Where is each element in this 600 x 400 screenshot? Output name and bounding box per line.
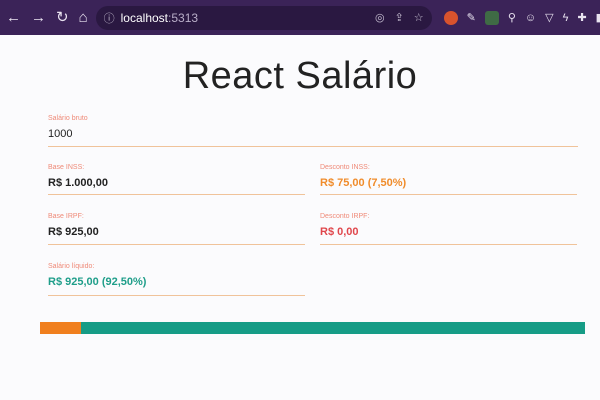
extension-dropper-icon[interactable]: ⚲ xyxy=(508,11,516,24)
address-bar-actions: ◎ ⇪ ☆ xyxy=(375,11,424,24)
extension-grid-icon[interactable] xyxy=(484,10,499,25)
forward-icon[interactable]: → xyxy=(31,10,46,25)
desconto-irpf-label: Desconto IRPF: xyxy=(320,213,370,220)
salario-bruto-label: Salário bruto xyxy=(48,115,88,122)
address-bar[interactable]: ⓘ localhost:5313 ◎ ⇪ ☆ xyxy=(95,5,432,30)
browser-nav: ← → ↻ ⌂ xyxy=(6,10,88,25)
extension-pen-icon[interactable]: ✎ xyxy=(467,11,476,24)
salario-liquido-value: R$ 925,00 (92,50%) xyxy=(48,276,147,288)
side-panel-icon[interactable]: ▮ xyxy=(596,11,600,24)
extension-avatar-icon[interactable] xyxy=(443,10,458,25)
salario-liquido-field: Salário líquido: R$ 925,00 (92,50%) xyxy=(48,263,305,296)
page-title: React Salário xyxy=(182,55,418,97)
base-irpf-label: Base IRPF: xyxy=(48,213,84,220)
bar-segment-inss xyxy=(40,322,81,334)
bookmark-star-icon[interactable]: ☆ xyxy=(414,11,424,24)
extensions-area: ✎ ⚲ ☺ ▽ ϟ ✚ ▮ ⋮ xyxy=(443,10,600,25)
base-inss-field: Base INSS: R$ 1.000,00 xyxy=(48,164,305,195)
salario-liquido-label: Salário líquido: xyxy=(48,263,95,270)
extension-ghost-icon[interactable]: ☺ xyxy=(525,12,536,24)
extension-triangle-icon[interactable]: ▽ xyxy=(545,11,553,24)
salario-bruto-input[interactable]: 1000 xyxy=(48,128,578,140)
desconto-irpf-field: Desconto IRPF: R$ 0,00 xyxy=(320,213,577,245)
reload-icon[interactable]: ↻ xyxy=(56,10,69,25)
page-content: React Salário Salário bruto 1000 Base IN… xyxy=(0,35,600,400)
site-info-icon[interactable]: ⓘ xyxy=(104,10,115,26)
extensions-puzzle-icon[interactable]: ✚ xyxy=(577,11,586,24)
extension-bolt-icon[interactable]: ϟ xyxy=(563,12,569,24)
bar-segment-liquido xyxy=(80,322,585,334)
back-icon[interactable]: ← xyxy=(6,10,21,25)
base-inss-label: Base INSS: xyxy=(48,164,85,171)
share-icon[interactable]: ⇪ xyxy=(395,11,404,24)
lens-icon[interactable]: ◎ xyxy=(375,11,385,24)
salary-distribution-bar xyxy=(40,322,585,334)
home-icon[interactable]: ⌂ xyxy=(79,10,88,25)
salario-bruto-field[interactable]: Salário bruto 1000 xyxy=(48,115,578,147)
base-irpf-field: Base IRPF: R$ 925,00 xyxy=(48,213,305,245)
desconto-inss-value: R$ 75,00 (7,50%) xyxy=(320,177,407,189)
desconto-inss-label: Desconto INSS: xyxy=(320,164,370,171)
url-host: localhost xyxy=(120,10,169,25)
browser-toolbar: ← → ↻ ⌂ ⓘ localhost:5313 ◎ ⇪ ☆ ✎ ⚲ ☺ ▽ ϟ… xyxy=(0,0,600,35)
url-port: :5313 xyxy=(168,10,199,25)
desconto-inss-field: Desconto INSS: R$ 75,00 (7,50%) xyxy=(320,164,577,195)
desconto-irpf-value: R$ 0,00 xyxy=(320,226,359,238)
base-inss-value: R$ 1.000,00 xyxy=(48,177,108,189)
base-irpf-value: R$ 925,00 xyxy=(48,226,99,238)
